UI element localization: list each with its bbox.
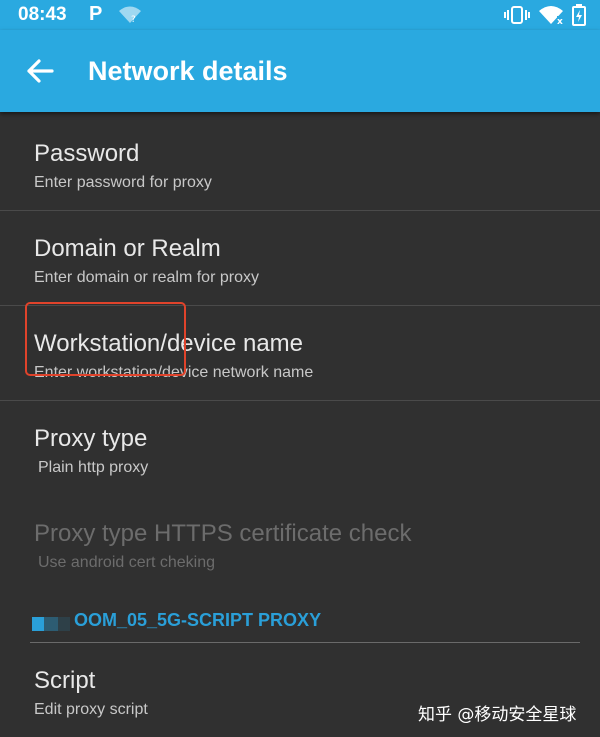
proxy-type-preference[interactable]: Proxy type Plain http proxy — [0, 401, 600, 496]
domain-realm-preference[interactable]: Domain or Realm Enter domain or realm fo… — [0, 211, 600, 306]
preference-summary: Use android cert cheking — [38, 554, 215, 571]
svg-text:?: ? — [131, 15, 136, 25]
watermark: 知乎 @移动安全星球 — [418, 705, 577, 725]
preference-title: Password — [34, 140, 140, 167]
wifi-question-icon: ? — [119, 6, 141, 25]
vibrate-icon — [504, 6, 530, 24]
preference-title: Proxy type — [34, 425, 148, 452]
preference-summary: Enter domain or realm for proxy — [34, 269, 259, 286]
category-icon — [32, 617, 70, 631]
wifi-icon: x — [539, 6, 563, 25]
page-title: Network details — [88, 56, 288, 86]
back-arrow-icon[interactable] — [24, 55, 56, 87]
preference-title: Proxy type HTTPS certificate check — [34, 520, 412, 547]
password-preference[interactable]: Password Enter password for proxy — [0, 116, 600, 211]
category-header: OOM_05_5G-SCRIPT PROXY — [30, 607, 580, 643]
preference-summary: Plain http proxy — [38, 459, 149, 476]
svg-text:x: x — [557, 17, 563, 25]
preference-title: Script — [34, 667, 96, 694]
preference-summary: Edit proxy script — [34, 701, 148, 718]
preference-title: Domain or Realm — [34, 235, 221, 262]
category-label: OOM_05_5G-SCRIPT PROXY — [74, 610, 322, 630]
proxy-https-check-preference: Proxy type HTTPS certificate check Use a… — [0, 496, 600, 591]
app-bar: Network details — [0, 30, 600, 112]
preference-summary: Enter password for proxy — [34, 174, 212, 191]
highlight-box — [25, 302, 186, 376]
battery-icon — [572, 4, 586, 26]
status-time: 08:43 — [18, 4, 67, 25]
status-bar: 08:43 P ? x — [0, 0, 600, 30]
notification-app-icon: P — [89, 3, 103, 25]
